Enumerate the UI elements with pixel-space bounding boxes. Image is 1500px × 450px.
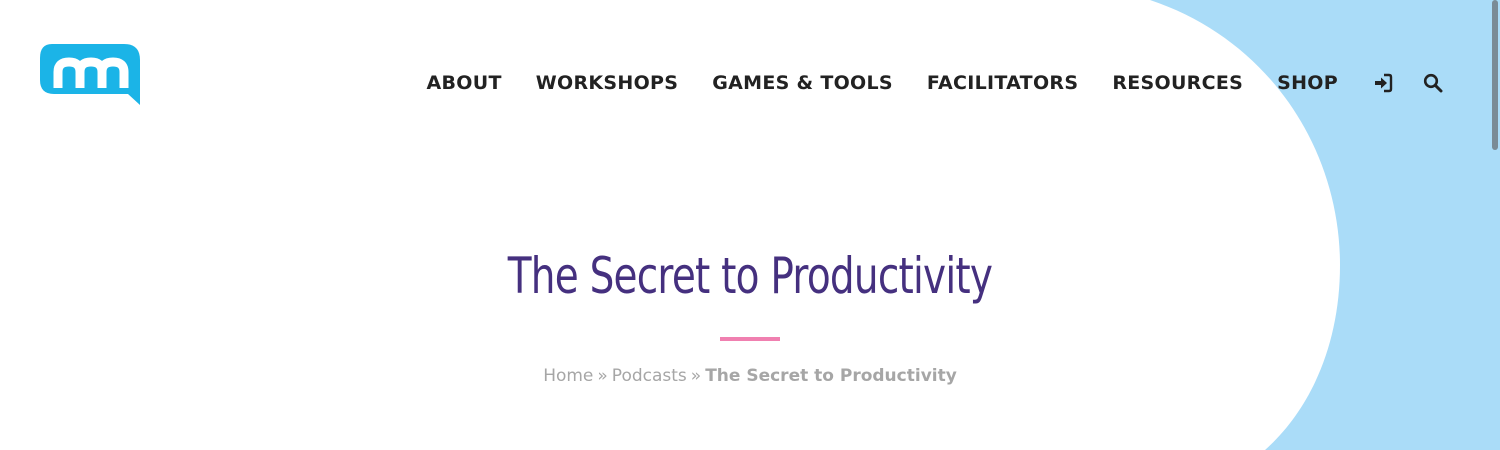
breadcrumb-separator: » [597,366,608,386]
nav-item-facilitators[interactable]: FACILITATORS [927,72,1078,94]
nav-item-shop[interactable]: SHOP [1277,72,1338,94]
vertical-scrollbar-thumb[interactable] [1492,0,1498,150]
nav-item-about[interactable]: ABOUT [427,72,502,94]
page-title: The Secret to Productivity [507,247,993,305]
search-icon[interactable] [1422,72,1444,94]
site-logo[interactable] [40,42,142,106]
breadcrumb-podcasts-link[interactable]: Podcasts [612,366,687,386]
breadcrumb-current-page: The Secret to Productivity [705,366,957,386]
sign-in-icon[interactable] [1372,72,1394,94]
nav-item-games-tools[interactable]: GAMES & TOOLS [712,72,893,94]
breadcrumb-home-link[interactable]: Home [543,366,593,386]
page: ABOUT WORKSHOPS GAMES & TOOLS FACILITATO… [0,0,1500,450]
main-navigation: ABOUT WORKSHOPS GAMES & TOOLS FACILITATO… [427,64,1445,102]
breadcrumb: Home» Podcasts» The Secret to Productivity [0,366,1500,386]
m-speech-bubble-logo-icon [40,44,140,105]
breadcrumb-separator: » [690,366,702,386]
title-divider [720,337,780,341]
nav-item-workshops[interactable]: WORKSHOPS [536,72,679,94]
nav-item-resources[interactable]: RESOURCES [1112,72,1243,94]
